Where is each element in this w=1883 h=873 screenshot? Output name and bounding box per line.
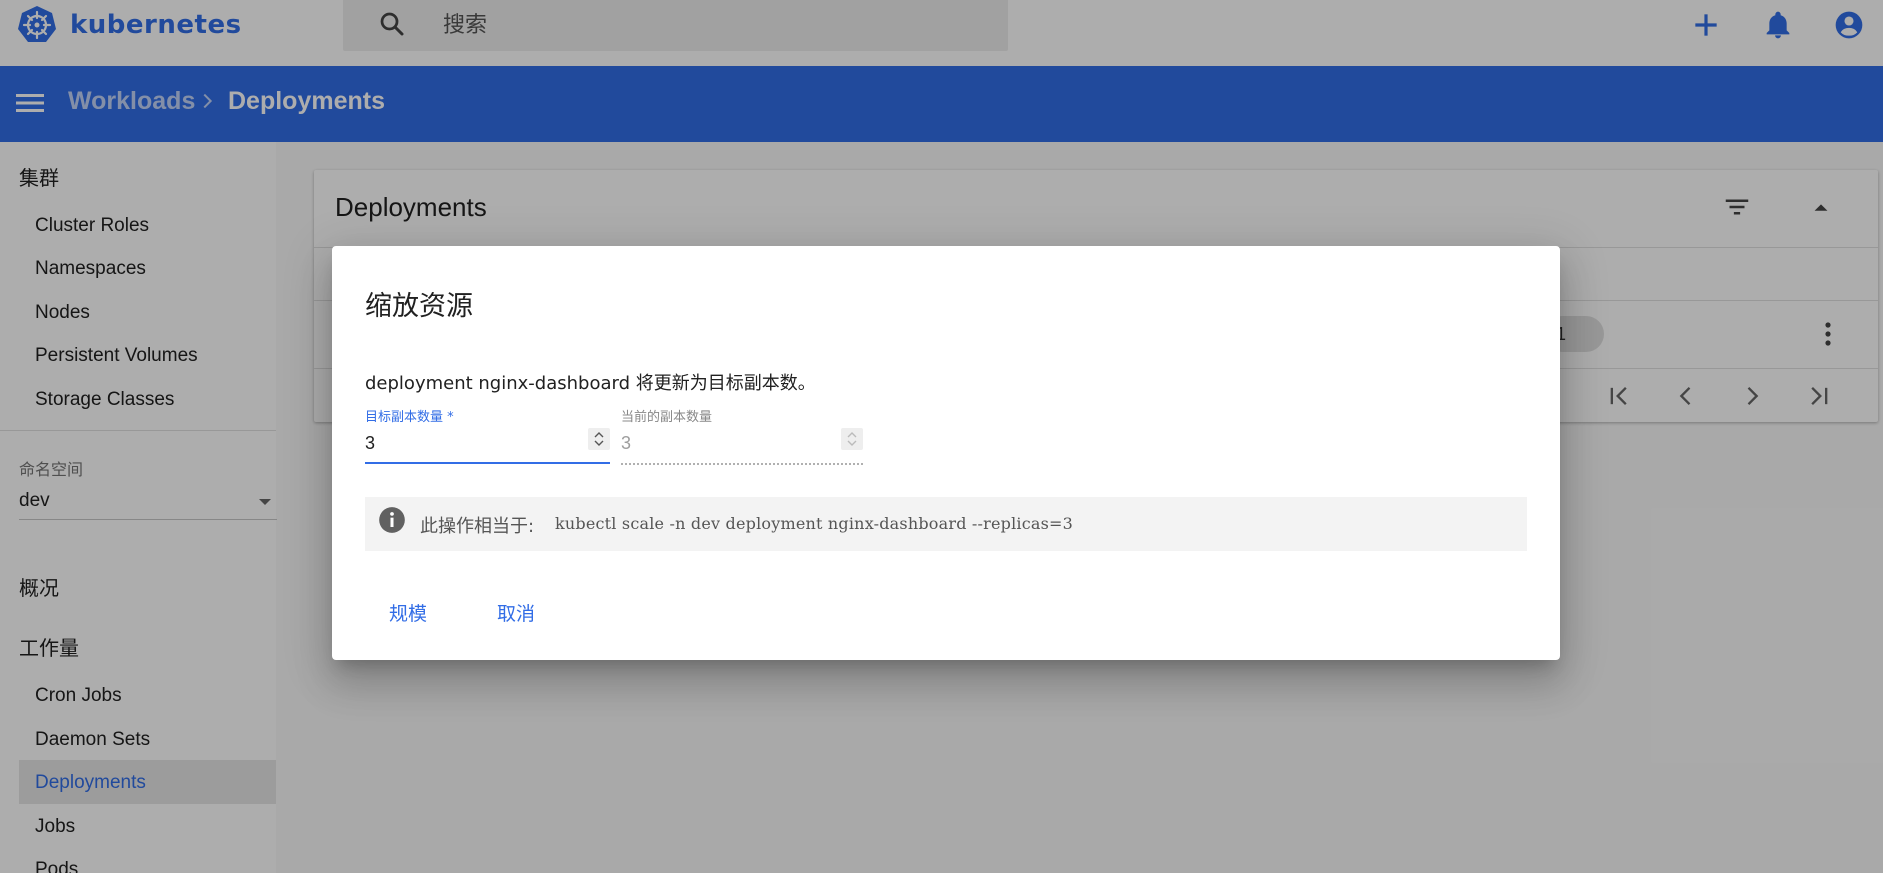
target-replicas-label: 目标副本数量 *: [365, 410, 454, 425]
number-stepper-icon[interactable]: [588, 428, 610, 450]
dialog-title: 缩放资源: [365, 291, 473, 322]
info-icon: [379, 507, 405, 533]
target-replicas-underline: [365, 462, 610, 464]
scale-button[interactable]: 规模: [381, 595, 435, 630]
info-label: 此操作相当于:: [420, 516, 535, 537]
target-replicas-input[interactable]: [365, 428, 585, 458]
kubectl-equivalent-box: 此操作相当于: kubectl scale -n dev deployment …: [365, 497, 1527, 551]
scale-resource-dialog: 缩放资源 deployment nginx-dashboard 将更新为目标副本…: [332, 246, 1560, 660]
kubectl-command: kubectl scale -n dev deployment nginx-da…: [555, 514, 1074, 533]
current-replicas-input: [621, 428, 841, 458]
dialog-description: deployment nginx-dashboard 将更新为目标副本数。: [365, 373, 816, 394]
current-replicas-field: 当前的副本数量: [621, 406, 863, 468]
current-replicas-underline: [621, 463, 863, 465]
current-replicas-label: 当前的副本数量: [621, 410, 713, 425]
target-replicas-field: 目标副本数量 *: [365, 406, 610, 468]
number-stepper-disabled-icon: [841, 428, 863, 450]
cancel-button[interactable]: 取消: [489, 595, 543, 630]
